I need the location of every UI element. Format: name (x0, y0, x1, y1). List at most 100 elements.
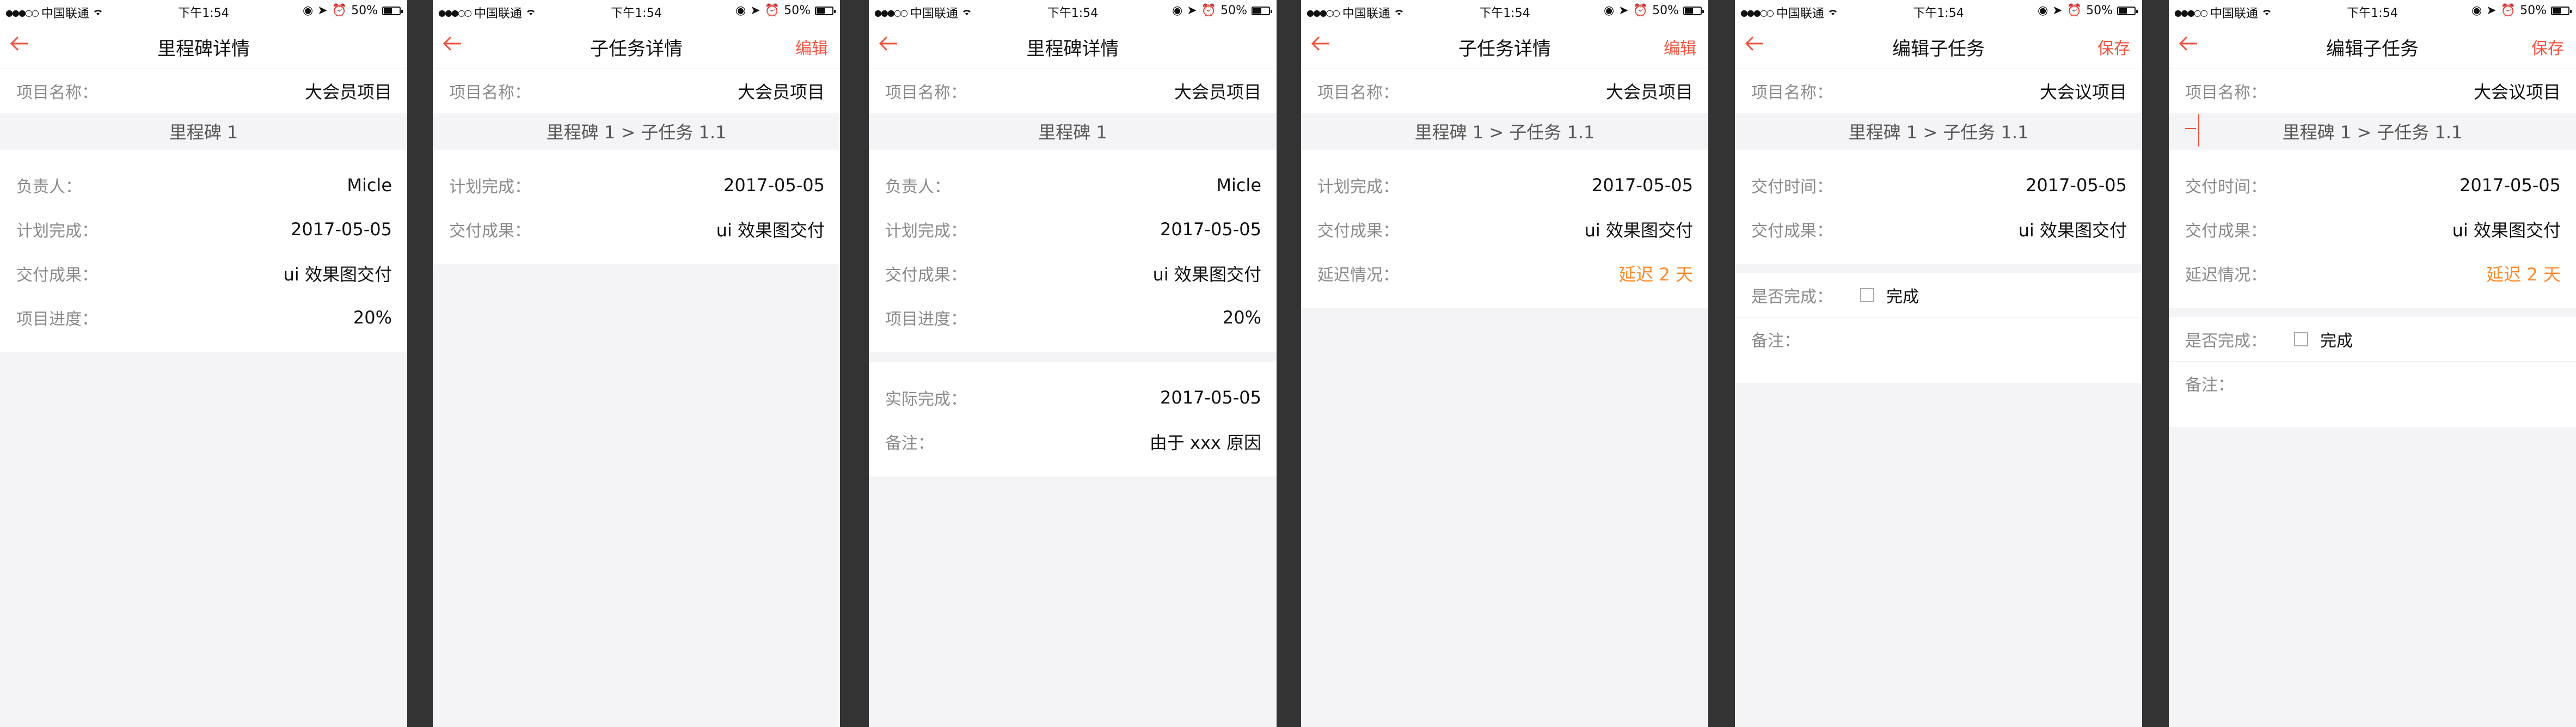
owner-row: 负责人： Micle (869, 163, 1277, 207)
status-right: ◉ ➤ ⏰ 50% (1172, 4, 1272, 17)
done-checkbox[interactable] (2294, 332, 2308, 346)
status-bar: ●●●○○ 中国联通 下午1:54 ◉ ➤ ⏰ 50% (0, 0, 407, 22)
project-label: 项目名称： (16, 83, 98, 102)
status-bar: ●●●○○ 中国联通 下午1:54 ◉ ➤ ⏰ 50% (1735, 0, 2142, 22)
deliver-label: 交付成果： (885, 265, 967, 285)
progress-row: 项目进度： 20% (0, 295, 407, 339)
alarm-icon: ⏰ (1633, 4, 1648, 17)
actual-row: 实际完成： 2017-05-05 (869, 375, 1277, 419)
edit-button[interactable]: 编辑 (1664, 35, 1696, 59)
battery-percent: 50% (2520, 4, 2547, 17)
status-right: ◉ ➤ ⏰ 50% (2038, 4, 2138, 17)
delay-value: 延迟 2 天 (2486, 264, 2561, 285)
detail-card: 交付时间： 2017-05-05 交付成果： ui 效果图交付 (1735, 150, 2142, 264)
progress-value: 20% (353, 307, 392, 328)
battery-icon (815, 6, 836, 15)
battery-percent: 50% (1652, 4, 1679, 17)
lock-rotation-icon: ◉ (2471, 4, 2482, 17)
note-value: 由于 xxx 原因 (1149, 432, 1261, 453)
project-label: 项目名称： (2185, 83, 2267, 102)
deliver-value: ui 效果图交付 (1152, 264, 1261, 285)
nav-bar: 里程碑详情 (869, 22, 1277, 69)
screen-milestone-detail: ●●●○○ 中国联通 下午1:54 ◉ ➤ ⏰ 50% 里程碑详情 项目名称： … (0, 0, 407, 727)
nav-bar: 编辑子任务 保存 (1735, 22, 2142, 69)
page-title: 编辑子任务 (2326, 38, 2419, 60)
nav-bar: 编辑子任务 保存 (2169, 22, 2576, 69)
project-value: 大会员项目 (737, 82, 825, 102)
detail-card: 计划完成： 2017-05-05 交付成果： ui 效果图交付 延迟情况： 延迟… (1301, 150, 1708, 308)
detail-card: 交付时间： 2017-05-05 交付成果： ui 效果图交付 延迟情况： 延迟… (2169, 150, 2576, 308)
status-bar: ●●●○○ 中国联通 下午1:54 ◉ ➤ ⏰ 50% (2169, 0, 2576, 22)
alarm-icon: ⏰ (332, 4, 347, 17)
nav-bar: 里程碑详情 (0, 22, 407, 69)
deliver-label: 交付成果： (1317, 221, 1399, 241)
done-text[interactable]: 完成 (2320, 327, 2353, 351)
breadcrumb-text: 里程碑 1 > 子任务 1.1 (2282, 122, 2463, 143)
breadcrumb: 里程碑 1 > 子任务 1.1 (1735, 113, 2142, 150)
project-value: 大会议项目 (2473, 82, 2561, 102)
page-title: 编辑子任务 (1892, 38, 1985, 60)
done-label: 是否完成： (1751, 287, 1833, 307)
breadcrumb: 里程碑 1 (869, 113, 1277, 150)
project-row: 项目名称： 大会员项目 (869, 69, 1277, 113)
owner-row: 负责人： Micle (0, 163, 407, 207)
delivery-time-label: 交付时间： (2185, 177, 2267, 197)
done-text[interactable]: 完成 (1886, 283, 1919, 307)
delay-value: 延迟 2 天 (1618, 264, 1693, 285)
breadcrumb: 里程碑 1 > 子任务 1.1 (1301, 113, 1708, 150)
plan-label: 计划完成： (16, 221, 98, 241)
delivery-time-row: 交付时间： 2017-05-05 (1735, 163, 2142, 207)
alarm-icon: ⏰ (2066, 4, 2082, 17)
edit-button[interactable]: 编辑 (795, 35, 828, 59)
deliver-label: 交付成果： (2185, 221, 2267, 241)
note-label: 备注： (1751, 332, 1800, 351)
location-icon: ➤ (317, 4, 328, 17)
deliver-row: 交付成果： ui 效果图交付 (1301, 207, 1708, 251)
project-label: 项目名称： (1317, 83, 1399, 102)
screen-milestone-detail-complete: ●●●○○ 中国联通 下午1:54 ◉ ➤ ⏰ 50% 里程碑详情 项目名称： … (869, 0, 1277, 727)
deliver-value: ui 效果图交付 (2018, 219, 2127, 241)
done-row: 是否完成： 完成 (1735, 273, 2142, 317)
delivery-time-value: 2017-05-05 (2460, 174, 2561, 196)
note-row: 备注： 由于 xxx 原因 (869, 419, 1277, 463)
project-label: 项目名称： (885, 83, 967, 102)
lock-rotation-icon: ◉ (303, 4, 314, 17)
nav-bar: 子任务详情 编辑 (433, 22, 840, 69)
progress-label: 项目进度： (885, 309, 967, 329)
project-row: 项目名称： 大会员项目 (0, 69, 407, 113)
status-right: ◉ ➤ ⏰ 50% (735, 4, 836, 17)
note-field[interactable]: 备注： (2169, 361, 2576, 427)
delay-label: 延迟情况： (1317, 265, 1399, 285)
actual-label: 实际完成： (885, 389, 967, 409)
owner-value: Micle (347, 174, 392, 196)
project-row: 项目名称： 大会议项目 (1735, 69, 2142, 113)
location-icon: ➤ (1187, 4, 1197, 17)
save-button[interactable]: 保存 (2097, 35, 2130, 59)
battery-percent: 50% (351, 4, 378, 17)
detail-card: 计划完成： 2017-05-05 交付成果： ui 效果图交付 (433, 150, 840, 264)
done-label: 是否完成： (2185, 331, 2267, 351)
done-row: 是否完成： 完成 (2169, 317, 2576, 361)
page-title: 里程碑详情 (157, 38, 250, 60)
done-checkbox[interactable] (1860, 288, 1874, 302)
detail-card: 负责人： Micle 计划完成： 2017-05-05 交付成果： ui 效果图… (0, 150, 407, 352)
project-value: 大会员项目 (1605, 82, 1693, 102)
note-field[interactable]: 备注： (1735, 317, 2142, 383)
delivery-time-value: 2017-05-05 (2026, 174, 2127, 196)
plan-row: 计划完成： 2017-05-05 (869, 207, 1277, 251)
plan-label: 计划完成： (885, 221, 967, 241)
status-bar: ●●●○○ 中国联通 下午1:54 ◉ ➤ ⏰ 50% (433, 0, 840, 22)
project-row: 项目名称： 大会员项目 (1301, 69, 1708, 113)
project-label: 项目名称： (1751, 83, 1833, 102)
battery-icon (2117, 6, 2138, 15)
delivery-time-row: 交付时间： 2017-05-05 (2169, 163, 2576, 207)
delay-row: 延迟情况： 延迟 2 天 (2169, 251, 2576, 295)
deliver-row: 交付成果： ui 效果图交付 (2169, 207, 2576, 251)
battery-percent: 50% (1220, 4, 1247, 17)
spacing-marker-tick-icon (2185, 128, 2196, 129)
deliver-label: 交付成果： (1751, 221, 1833, 241)
save-button[interactable]: 保存 (2531, 35, 2564, 59)
location-icon: ➤ (2052, 4, 2063, 17)
location-icon: ➤ (1618, 4, 1629, 17)
